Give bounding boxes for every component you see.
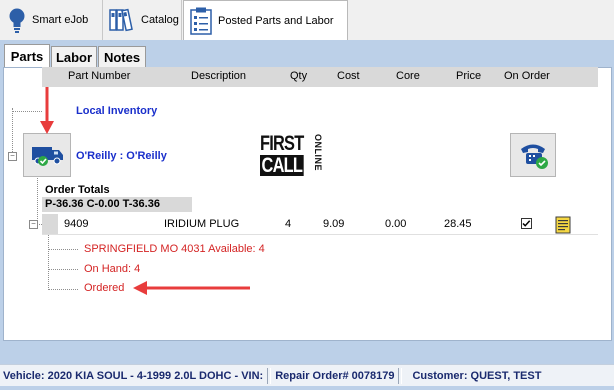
status-bar: Vehicle: 2020 KIA SOUL - 4-1999 2.0L DOH… <box>0 364 614 386</box>
left-arrow-annotation <box>133 281 250 295</box>
status-separator <box>267 367 272 384</box>
status-separator <box>398 367 403 384</box>
repair-order-info: Repair Order# 0078179 <box>275 369 395 382</box>
customer-info: Customer: QUEST, TEST <box>412 369 542 382</box>
vehicle-info: Vehicle: 2020 KIA SOUL - 4-1999 2.0L DOH… <box>3 369 264 382</box>
down-arrow-annotation <box>40 87 54 134</box>
annotation-arrows <box>40 87 250 295</box>
